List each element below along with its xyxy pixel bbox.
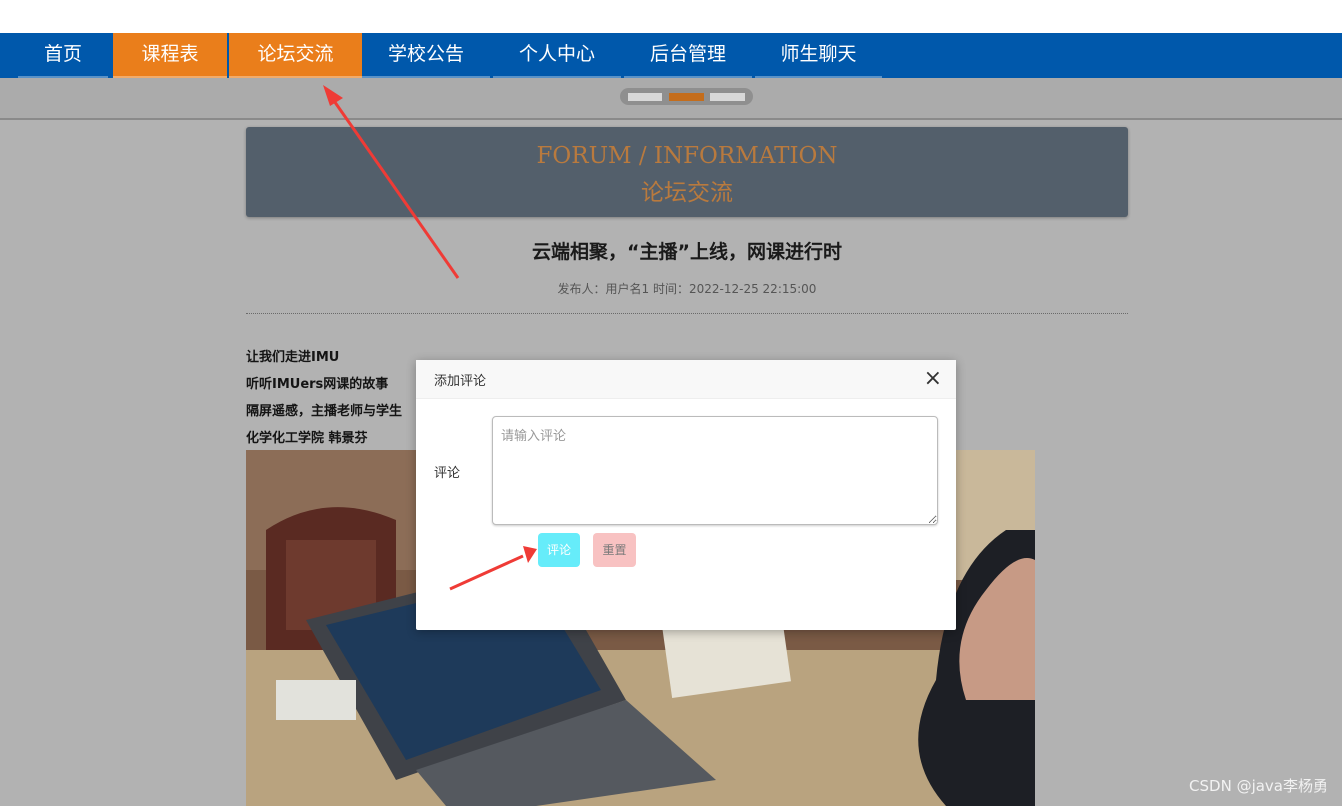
nav-item-home[interactable]: 首页 <box>18 33 108 78</box>
article-paragraph: 听听IMUers网课的故事 <box>246 377 389 392</box>
carousel-dot[interactable] <box>628 93 662 101</box>
article-meta: 发布人：用户名1 时间：2022-12-25 22:15:00 <box>557 282 817 296</box>
close-icon[interactable]: × <box>924 366 942 392</box>
dialog-header: 添加评论 × <box>416 360 956 399</box>
carousel-indicator <box>620 88 753 105</box>
banner-title-cn: 论坛交流 <box>641 180 733 206</box>
nav-item-schedule[interactable]: 课程表 <box>113 33 227 78</box>
submit-comment-button[interactable]: 评论 <box>538 533 580 567</box>
top-blank-area <box>0 0 1342 33</box>
carousel-dot-active[interactable] <box>669 93 704 101</box>
nav-item-profile[interactable]: 个人中心 <box>493 33 621 78</box>
carousel-bar <box>0 78 1342 120</box>
article-paragraph: 隔屏遥感，主播老师与学生 <box>246 404 403 419</box>
article-paragraph: 让我们走进IMU <box>246 350 340 365</box>
dialog-title: 添加评论 <box>434 374 487 389</box>
nav-item-chat[interactable]: 师生聊天 <box>755 33 882 78</box>
article-title: 云端相聚，“主播”上线，网课进行时 <box>532 241 842 263</box>
main-nav: 首页 课程表 论坛交流 学校公告 个人中心 后台管理 师生聊天 <box>0 33 1342 78</box>
section-banner: FORUM / INFORMATION 论坛交流 <box>246 127 1128 217</box>
comment-label: 评论 <box>434 466 461 481</box>
comment-input[interactable] <box>492 416 938 525</box>
csdn-watermark: CSDN @java李杨勇 <box>1189 777 1328 795</box>
nav-item-announcements[interactable]: 学校公告 <box>362 33 490 78</box>
article-paragraph: 化学化工学院 韩景芬 <box>246 431 368 446</box>
nav-item-admin[interactable]: 后台管理 <box>624 33 752 78</box>
divider <box>246 313 1128 314</box>
nav-item-forum[interactable]: 论坛交流 <box>229 33 362 78</box>
carousel-dot[interactable] <box>710 93 745 101</box>
reset-button[interactable]: 重置 <box>593 533 636 567</box>
add-comment-dialog: 添加评论 × 评论 评论 重置 <box>416 360 956 630</box>
banner-title-en: FORUM / INFORMATION <box>536 143 838 169</box>
